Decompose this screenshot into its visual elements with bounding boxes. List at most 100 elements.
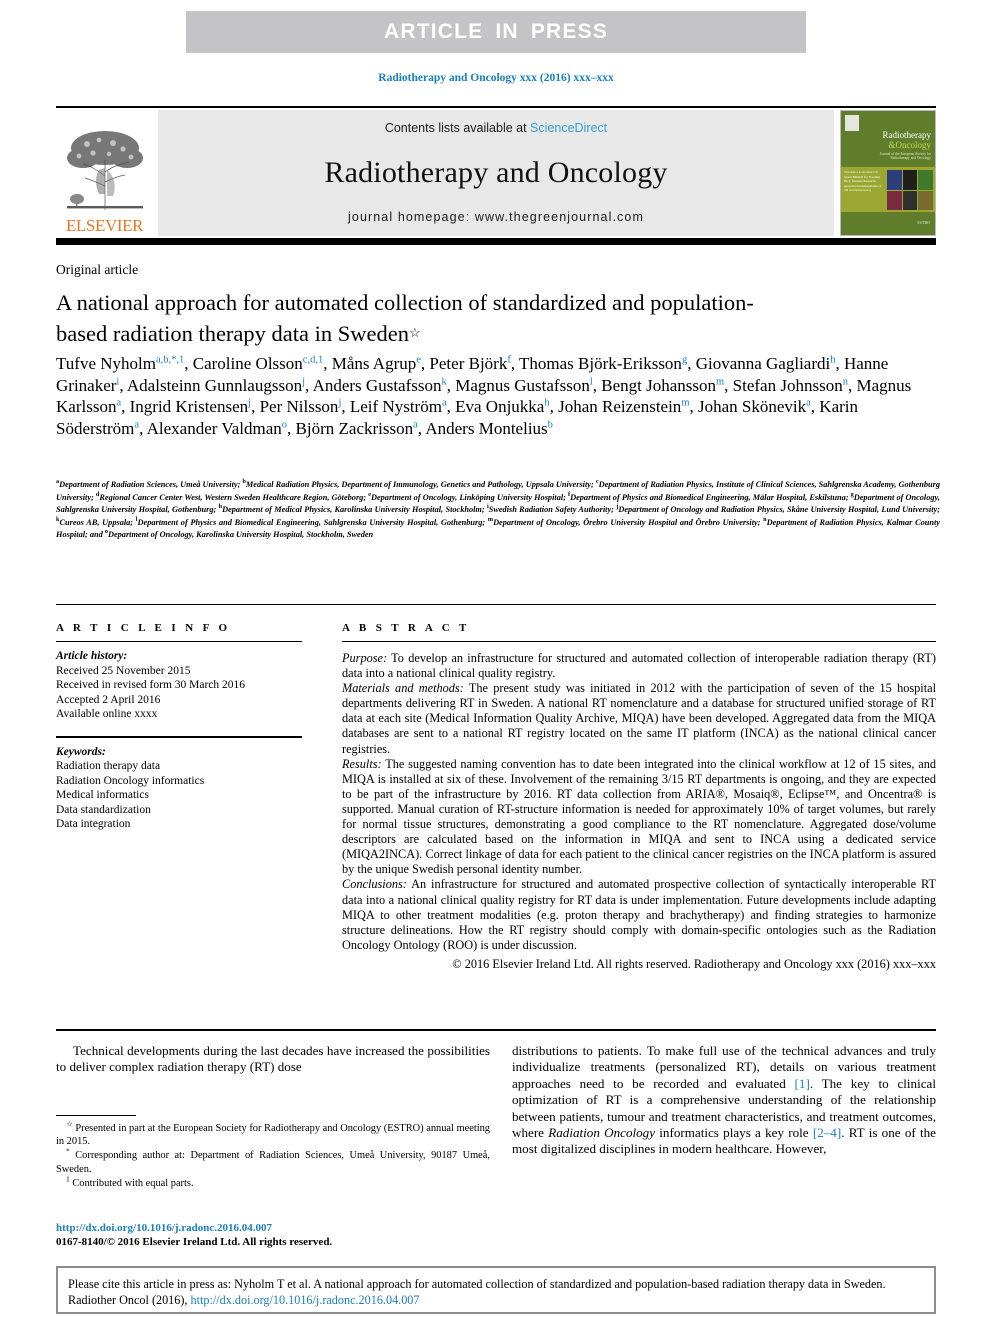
abstract-section-label: Conclusions: [342, 877, 407, 892]
author-affiliation-marker[interactable]: j [302, 376, 305, 387]
author-name[interactable]: Björn Zackrisson [296, 419, 414, 438]
author-affiliation-marker[interactable]: a [413, 419, 418, 430]
affiliation-list: aDepartment of Radiation Sciences, Umeå … [56, 479, 940, 542]
author-affiliation-marker[interactable]: m [681, 397, 689, 409]
cite-doi-link[interactable]: http://dx.doi.org/10.1016/j.radonc.2016.… [191, 1293, 420, 1307]
author-list: Tufve Nyholma,b,*,1, Caroline Olssonc,d,… [56, 354, 912, 438]
abstract-section: Conclusions: An infrastructure for struc… [342, 877, 936, 952]
affiliation-text: Cureos AB, Uppsala; [59, 517, 136, 527]
keyword-item: Data standardization [56, 803, 151, 816]
issn-copyright-line: 0167-8140/© 2016 Elsevier Ireland Ltd. A… [56, 1236, 333, 1248]
footnote-item: * Corresponding author at: Department of… [56, 1148, 490, 1175]
journal-homepage-line[interactable]: journal homepage: www.thegreenjournal.co… [348, 210, 644, 224]
author-affiliation-marker[interactable]: f [507, 354, 511, 366]
abstract-section-label: Materials and methods: [342, 681, 464, 696]
sciencedirect-link[interactable]: ScienceDirect [530, 121, 607, 135]
article-history-label: Article history: [56, 650, 128, 662]
author-affiliation-marker[interactable]: o [282, 419, 287, 430]
author-affiliation-marker[interactable]: i [116, 376, 119, 387]
abstract-section-label: Results: [342, 756, 382, 771]
author-affiliation-marker[interactable]: a [806, 397, 811, 409]
author-affiliation-marker[interactable]: k [441, 376, 446, 387]
keywords-divider [56, 735, 302, 738]
doi-link[interactable]: http://dx.doi.org/10.1016/j.radonc.2016.… [56, 1222, 272, 1234]
abstract-section: Purpose: To develop an infrastructure fo… [342, 651, 936, 681]
keyword-item: Radiation therapy data [56, 760, 161, 772]
cover-subtitle: Journal of the European Society for Radi… [879, 152, 931, 161]
author-name[interactable]: Anders Montelius [425, 419, 547, 438]
author-affiliation-marker[interactable]: c,d,1 [303, 354, 323, 366]
author-name[interactable]: Eva Onjukka [455, 397, 544, 416]
keyword-item: Radiation Oncology informatics [56, 774, 205, 787]
author-affiliation-marker[interactable]: g [682, 354, 687, 366]
author-name[interactable]: Bengt Johansson [601, 376, 716, 395]
contents-lists-prefix: Contents lists available at [384, 121, 531, 135]
cover-society-logo: ESTRO [917, 220, 930, 225]
author-name[interactable]: Alexander Valdman [147, 419, 282, 438]
journal-info-box: Contents lists available at ScienceDirec… [158, 110, 834, 236]
article-in-press-label: ARTICLE IN PRESS [383, 20, 609, 43]
affiliation-text: Department of Oncology, Karolinska Unive… [107, 530, 374, 540]
author-name[interactable]: Johan Reizenstein [558, 397, 681, 416]
cover-title-line1: Radiotherapy [882, 130, 932, 140]
author-affiliation-marker[interactable]: h [830, 354, 835, 366]
cover-grid-cell [902, 170, 918, 190]
article-history-item: Accepted 2 April 2016 [56, 693, 161, 706]
author-name[interactable]: Giovanna Gagliardi [696, 354, 831, 373]
author-affiliation-marker[interactable]: l [590, 376, 593, 387]
reference-link-2[interactable]: [2–4] [813, 1125, 841, 1140]
author-affiliation-marker[interactable]: j [248, 397, 251, 409]
abstract-sections: Purpose: To develop an infrastructure fo… [342, 651, 936, 953]
author-affiliation-marker[interactable]: n [843, 376, 848, 387]
elsevier-tree-icon [61, 120, 149, 216]
title-footnote-marker[interactable]: ☆ [409, 325, 421, 340]
page-title-text: A national approach for automated collec… [56, 290, 754, 346]
cover-grid-cell [887, 170, 902, 190]
article-type-label: Original article [56, 262, 139, 277]
author-name[interactable]: Magnus Gustafsson [455, 376, 590, 395]
author-affiliation-marker[interactable]: a,b,*,1 [156, 354, 184, 366]
author-name[interactable]: Caroline Olsson [193, 354, 303, 373]
author-affiliation-marker[interactable]: b [548, 419, 553, 430]
masthead-bottom-rule [56, 238, 936, 245]
author-name[interactable]: Thomas Björk-Eriksson [519, 354, 682, 373]
author-affiliation-marker[interactable]: m [716, 376, 724, 387]
affiliation-text: Department of Medical Physics, Karolinsk… [222, 505, 487, 515]
running-head: Radiotherapy and Oncology xxx (2016) xxx… [378, 72, 614, 84]
elsevier-wordmark: ELSEVIER [65, 216, 144, 235]
author-name[interactable]: Anders Gustafsson [313, 376, 442, 395]
author-name[interactable]: Stefan Johnsson [733, 376, 843, 395]
author-affiliation-marker[interactable]: a [116, 397, 121, 409]
author-name[interactable]: Per Nilsson [260, 397, 339, 416]
author-affiliation-marker[interactable]: a [442, 397, 447, 409]
footnote-divider [56, 1115, 136, 1116]
author-name[interactable]: Måns Agrup [332, 354, 417, 373]
author-name[interactable]: Leif Nyström [350, 397, 442, 416]
journal-cover-thumbnail[interactable]: Radiotherapy &Oncology Journal of the Eu… [840, 110, 936, 236]
cover-grid-cell [902, 190, 918, 210]
footnote-marker: ☆ [66, 1119, 73, 1129]
author-name[interactable]: Peter Björk [429, 354, 507, 373]
author-affiliation-marker[interactable]: h [544, 397, 549, 409]
affiliation-text: Swedish Radiation Safety Authority; [488, 505, 617, 515]
author-affiliation-marker[interactable]: e [416, 354, 421, 366]
author-name[interactable]: Adalsteinn Gunnlaugsson [127, 376, 302, 395]
author-affiliation-marker[interactable]: j [338, 397, 341, 409]
author-name[interactable]: Tufve Nyholm [56, 354, 156, 373]
reference-link-1[interactable]: [1] [795, 1076, 810, 1091]
page-title: A national approach for automated collec… [56, 288, 776, 349]
cover-title-line2: &Oncology [888, 140, 932, 150]
article-history-item: Available online xxxx [56, 708, 158, 720]
author-name[interactable]: Ingrid Kristensen [130, 397, 249, 416]
cover-elsevier-mark-icon [845, 115, 859, 131]
keyword-item: Medical informatics [56, 789, 149, 801]
elsevier-logo: ELSEVIER [56, 110, 153, 236]
abstract-divider [342, 641, 936, 642]
abstract-heading: A B S T R A C T [342, 622, 470, 634]
author-affiliation-marker[interactable]: a [134, 419, 139, 430]
masthead-top-rule [56, 106, 936, 108]
author-name[interactable]: Johan Skönevik [698, 397, 806, 416]
cover-grid-cell [887, 190, 902, 210]
abstract-section-label: Purpose: [342, 651, 388, 665]
cover-grid-cell [918, 170, 933, 190]
